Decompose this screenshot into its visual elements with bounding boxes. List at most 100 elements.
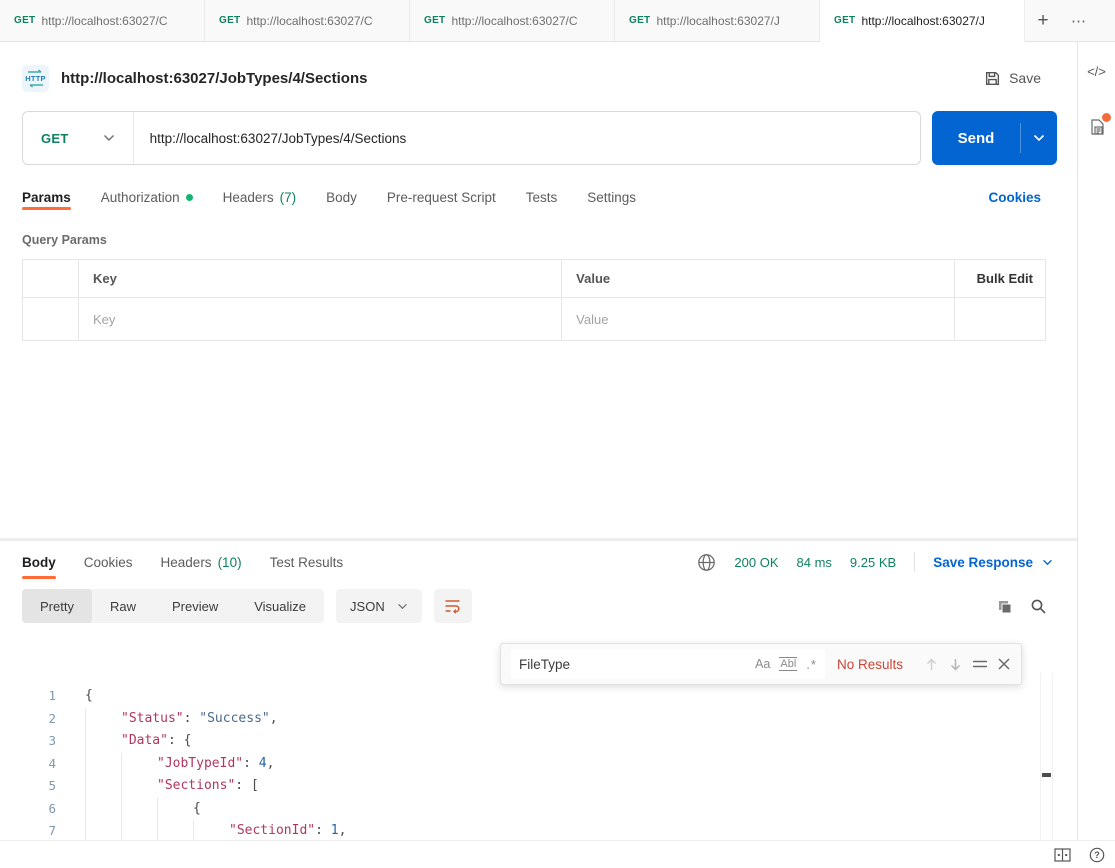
request-tab-1[interactable]: GET http://localhost:63027/C [0, 0, 205, 41]
method-select[interactable]: GET [23, 112, 133, 164]
tab-params[interactable]: Params [22, 177, 71, 217]
search-icon[interactable] [1030, 598, 1047, 615]
response-tab-cookies[interactable]: Cookies [84, 541, 133, 583]
find-in-response-bar: Aa Abl .* No Results [500, 643, 1022, 685]
regex-toggle-icon[interactable]: .* [806, 657, 817, 672]
tab-settings[interactable]: Settings [587, 177, 636, 217]
code-line: 4"JobTypeId": 4, [0, 753, 1077, 776]
row-actions-cell [955, 298, 1045, 340]
tab-headers[interactable]: Headers (7) [223, 177, 297, 217]
request-tab-4[interactable]: GET http://localhost:63027/J [615, 0, 820, 41]
bulk-edit-button[interactable]: Bulk Edit [955, 260, 1045, 297]
request-tab-3[interactable]: GET http://localhost:63027/C [410, 0, 615, 41]
key-column-header: Key [79, 260, 562, 297]
search-input[interactable] [519, 657, 746, 672]
tab-url-label: http://localhost:63027/C [451, 14, 577, 28]
save-response-label: Save Response [933, 555, 1033, 570]
response-actions [996, 598, 1047, 615]
code-snippet-icon[interactable]: </> [1087, 64, 1106, 79]
whole-word-toggle-icon[interactable]: Abl [779, 657, 797, 671]
add-tab-button[interactable]: + [1025, 0, 1061, 41]
help-icon-glyph: ? [1089, 847, 1105, 863]
row-select-cell[interactable] [23, 298, 79, 340]
method-label: GET [41, 131, 69, 146]
help-icon[interactable]: ? [1089, 847, 1105, 863]
code-line: 2"Status": "Success", [0, 708, 1077, 731]
line-number: 1 [0, 685, 56, 708]
code-line: 6{ [0, 798, 1077, 821]
response-tabs: Body Cookies Headers (10) Test Results [0, 541, 1077, 583]
url-input[interactable] [134, 131, 920, 146]
tab-label: Settings [587, 190, 636, 205]
search-results-status: No Results [837, 657, 903, 672]
wrap-line-toggle[interactable] [434, 589, 472, 623]
view-preview[interactable]: Preview [154, 589, 236, 623]
more-tabs-button[interactable]: ⋯ [1061, 0, 1097, 41]
format-select[interactable]: JSON [336, 589, 422, 623]
two-pane-layout-icon[interactable] [1054, 848, 1071, 862]
request-title-row: HTTP http://localhost:63027/JobTypes/4/S… [0, 58, 1077, 98]
tab-authorization[interactable]: Authorization [101, 177, 193, 217]
search-options-icon[interactable] [972, 657, 988, 671]
next-match-icon[interactable] [948, 657, 963, 672]
save-button-label: Save [1009, 70, 1041, 86]
tab-method-badge: GET [14, 15, 35, 26]
tab-method-badge: GET [219, 15, 240, 26]
tab-method-badge: GET [629, 15, 650, 26]
query-params-row [23, 298, 1045, 340]
right-sidebar: </> [1077, 42, 1115, 868]
request-tab-2[interactable]: GET http://localhost:63027/C [205, 0, 410, 41]
workspace: HTTP http://localhost:63027/JobTypes/4/S… [0, 42, 1115, 868]
notification-dot [1102, 113, 1111, 122]
select-column-header [23, 260, 79, 297]
close-icon[interactable] [997, 657, 1011, 671]
tab-bar: GET http://localhost:63027/C GET http://… [0, 0, 1115, 42]
tab-tests[interactable]: Tests [526, 177, 558, 217]
send-options-button[interactable] [1021, 111, 1057, 165]
view-pretty[interactable]: Pretty [22, 589, 92, 623]
response-size: 9.25 KB [850, 555, 896, 570]
search-field: Aa Abl .* [511, 649, 825, 679]
tab-label: Tests [526, 190, 558, 205]
query-params-table: Key Value Bulk Edit [22, 259, 1046, 341]
format-label: JSON [350, 599, 385, 614]
view-mode-switcher: Pretty Raw Preview Visualize [22, 589, 324, 623]
request-tab-5-active[interactable]: GET http://localhost:63027/J [820, 0, 1025, 42]
response-tab-test-results[interactable]: Test Results [270, 541, 344, 583]
cookies-link[interactable]: Cookies [988, 190, 1041, 205]
response-tab-body[interactable]: Body [22, 541, 56, 583]
save-response-button[interactable]: Save Response [933, 555, 1053, 570]
code-line: 5"Sections": [ [0, 775, 1077, 798]
tab-label: Params [22, 190, 71, 205]
network-globe-icon[interactable] [697, 553, 716, 572]
chevron-down-icon [103, 134, 115, 142]
tab-url-label: http://localhost:63027/C [246, 14, 372, 28]
line-number: 3 [0, 730, 56, 753]
line-number: 2 [0, 708, 56, 731]
previous-match-icon[interactable] [924, 657, 939, 672]
match-case-toggle-icon[interactable]: Aa [755, 657, 770, 671]
response-tab-headers[interactable]: Headers (10) [161, 541, 242, 583]
view-visualize[interactable]: Visualize [236, 589, 324, 623]
value-input[interactable] [576, 312, 940, 327]
tab-url-label: http://localhost:63027/J [656, 14, 779, 28]
send-button-label[interactable]: Send [932, 111, 1020, 165]
tab-label: Authorization [101, 190, 180, 205]
tab-label: Headers [223, 190, 274, 205]
documentation-icon[interactable] [1088, 117, 1106, 137]
copy-icon[interactable] [996, 598, 1013, 615]
tab-label: Headers [161, 555, 212, 570]
save-icon [984, 70, 1001, 87]
send-button[interactable]: Send [932, 111, 1057, 165]
key-cell [79, 298, 562, 340]
tab-prerequest-script[interactable]: Pre-request Script [387, 177, 496, 217]
code-line: 1{ [0, 685, 1077, 708]
scrollbar-thumb[interactable] [1042, 773, 1051, 777]
key-input[interactable] [93, 312, 547, 327]
tab-method-badge: GET [424, 15, 445, 26]
tab-label: Pre-request Script [387, 190, 496, 205]
status-bar: ? [0, 840, 1115, 868]
tab-body[interactable]: Body [326, 177, 357, 217]
view-raw[interactable]: Raw [92, 589, 154, 623]
save-button[interactable]: Save [984, 70, 1041, 87]
